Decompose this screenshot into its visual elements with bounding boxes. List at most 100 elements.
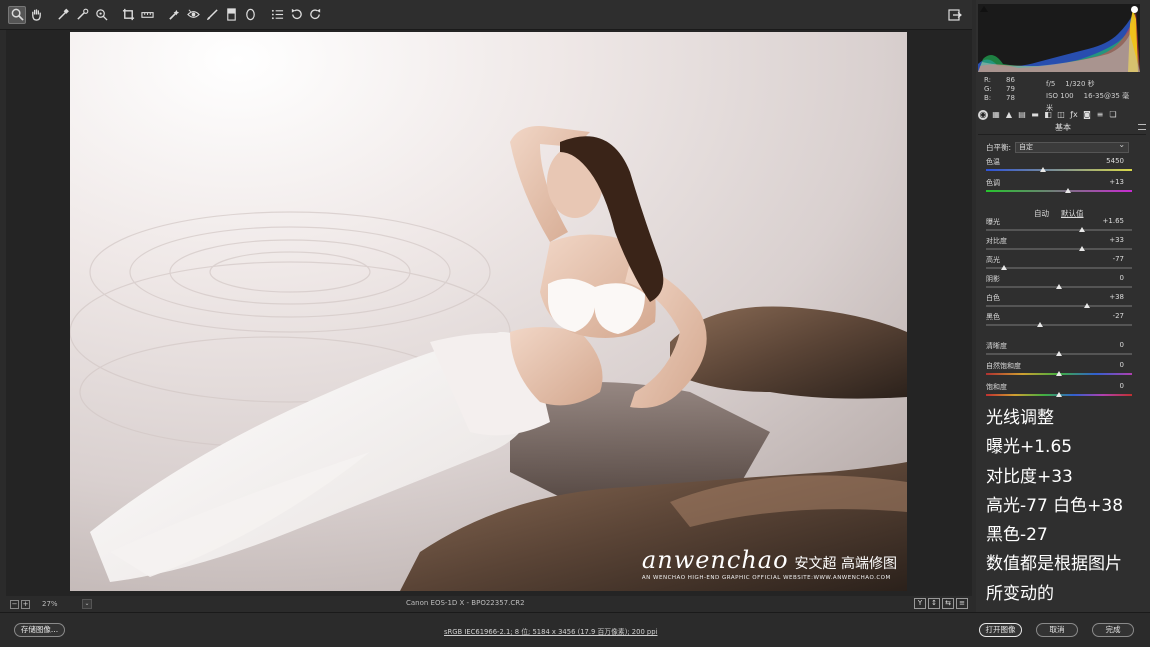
slider-4[interactable]: 高光 -77 [986,255,1132,275]
shadow-clipping-icon[interactable] [980,6,988,12]
zoom-dropdown-icon[interactable]: ⌄ [82,599,92,609]
photo-preview[interactable]: anwenchao 安文超 高端修图 AN WENCHAO HIGH-END GR… [70,32,907,591]
color-sampler-icon[interactable] [73,6,91,24]
slider-thumb[interactable] [1056,371,1062,376]
white-balance-select[interactable]: 自定 [1015,140,1130,153]
lens-corrections-tab-icon[interactable]: ◧ [1043,110,1053,120]
slider-10[interactable]: 饱和度 0 [986,382,1132,402]
slider-1[interactable]: 色调 +13 [986,178,1132,198]
rotate-right-icon[interactable] [306,6,324,24]
slider-thumb[interactable] [1064,188,1071,193]
shutter: 1/320 秒 [1065,80,1095,88]
slider-thumb[interactable] [1056,284,1062,289]
slider-thumb[interactable] [1056,392,1062,397]
adjustment-brush-icon[interactable] [203,6,221,24]
graduated-filter-icon[interactable] [222,6,240,24]
crop-icon[interactable] [119,6,137,24]
white-balance-icon[interactable] [54,6,72,24]
watermark-sub: AN WENCHAO HIGH-END GRAPHIC OFFICIAL WEB… [641,575,891,581]
slider-value[interactable]: 0 [1120,274,1124,282]
slider-value[interactable]: +13 [1109,178,1124,186]
slider-value[interactable]: +33 [1109,236,1124,244]
zoom-level: 27% [42,600,58,608]
targeted-adjust-icon[interactable] [92,6,110,24]
slider-6[interactable]: 白色 +38 [986,293,1132,313]
zoom-out-icon[interactable]: − [10,599,19,609]
straighten-icon[interactable] [138,6,156,24]
hsl-tab-icon[interactable]: ▤ [1017,110,1027,120]
camera-calibration-tab-icon[interactable]: ◙ [1082,110,1092,120]
image-info: R: 86 G: 79 B: 78 f/5 1/320 秒 ISO 100 16-35@3… [984,76,1144,112]
slider-thumb[interactable] [1000,265,1007,270]
swap-settings-button[interactable]: ↕ [928,598,940,609]
transform-tab-icon[interactable]: ◫ [1056,110,1066,120]
done-button[interactable]: 完成 [1092,623,1134,637]
panel-menu-icon[interactable] [1138,124,1146,130]
slider-value[interactable]: -77 [1113,255,1124,263]
slider-thumb[interactable] [1039,167,1046,172]
copy-settings-button[interactable]: ⇆ [942,598,954,609]
b-label: B: [984,94,992,102]
snapshots-tab-icon[interactable]: ❏ [1108,110,1118,120]
split-toning-tab-icon[interactable]: ▬ [1030,110,1040,120]
slider-9[interactable]: 自然饱和度 0 [986,361,1132,381]
slider-thumb[interactable] [1056,351,1062,356]
slider-thumb[interactable] [1079,246,1086,251]
slider-value[interactable]: 5450 [1106,157,1124,165]
slider-thumb[interactable] [1083,303,1090,308]
default-link[interactable]: 默认值 [1061,208,1084,219]
slider-track[interactable] [986,169,1132,171]
effects-tab-icon[interactable]: ƒx [1069,110,1079,120]
slider-thumb[interactable] [1079,227,1086,232]
slider-value[interactable]: 0 [1120,341,1124,349]
slider-label: 白色 [986,294,1000,302]
slider-0[interactable]: 色温 5450 [986,157,1132,177]
zoom-in-icon[interactable]: + [21,599,30,609]
slider-value[interactable]: +38 [1109,293,1124,301]
slider-track[interactable] [986,190,1132,192]
highlight-clipping-icon[interactable] [1131,6,1138,13]
open-in-photoshop-icon[interactable] [948,7,964,23]
auto-link[interactable]: 自动 [1034,208,1049,219]
red-eye-icon[interactable] [184,6,202,24]
cancel-button[interactable]: 取消 [1036,623,1078,637]
slider-3[interactable]: 对比度 +33 [986,236,1132,256]
tone-curve-tab-icon[interactable]: ▦ [991,110,1001,120]
open-image-button[interactable]: 打开图像 [979,623,1022,637]
slider-7[interactable]: 黑色 -27 [986,312,1132,332]
slider-thumb[interactable] [1037,322,1044,327]
preview-settings-button[interactable]: ≡ [956,598,968,609]
slider-track[interactable] [986,229,1132,231]
slider-2[interactable]: 曝光 +1.65 [986,217,1132,237]
radial-filter-icon[interactable] [241,6,259,24]
slider-label: 饱和度 [986,383,1007,391]
save-image-button[interactable]: 存储图像... [14,623,65,637]
basic-tab-icon[interactable]: ◉ [978,109,988,120]
slider-value[interactable]: 0 [1120,382,1124,390]
slider-8[interactable]: 清晰度 0 [986,341,1132,361]
slider-5[interactable]: 阴影 0 [986,274,1132,294]
wb-label: 白平衡: [986,143,1012,152]
spot-removal-icon[interactable] [165,6,183,24]
rotate-left-icon[interactable] [287,6,305,24]
workflow-options-link[interactable]: sRGB IEC61966-2.1; 8 位; 5184 x 3456 (17.… [444,626,657,636]
histogram [978,4,1140,72]
before-after-view-button[interactable]: Y [914,598,926,609]
slider-track[interactable] [986,305,1132,307]
zoom-icon[interactable] [8,5,26,24]
presets-tab-icon[interactable]: ≡ [1095,110,1105,120]
note-line: 对比度+33 [986,466,1073,487]
note-line: 高光-77 白色+38 [986,495,1124,516]
slider-value[interactable]: +1.65 [1103,217,1124,225]
slider-track[interactable] [986,248,1132,250]
slider-value[interactable]: 0 [1120,361,1124,369]
slider-value[interactable]: -27 [1113,312,1124,320]
image-canvas[interactable]: anwenchao 安文超 高端修图 AN WENCHAO HIGH-END GR… [6,30,972,596]
slider-track[interactable] [986,267,1132,269]
hand-icon[interactable] [27,6,45,24]
detail-tab-icon[interactable]: ▲ [1004,110,1014,120]
b-value: 78 [1006,94,1015,102]
slider-label: 黑色 [986,313,1000,321]
slider-track[interactable] [986,324,1132,326]
presets-list-icon[interactable] [268,6,286,24]
